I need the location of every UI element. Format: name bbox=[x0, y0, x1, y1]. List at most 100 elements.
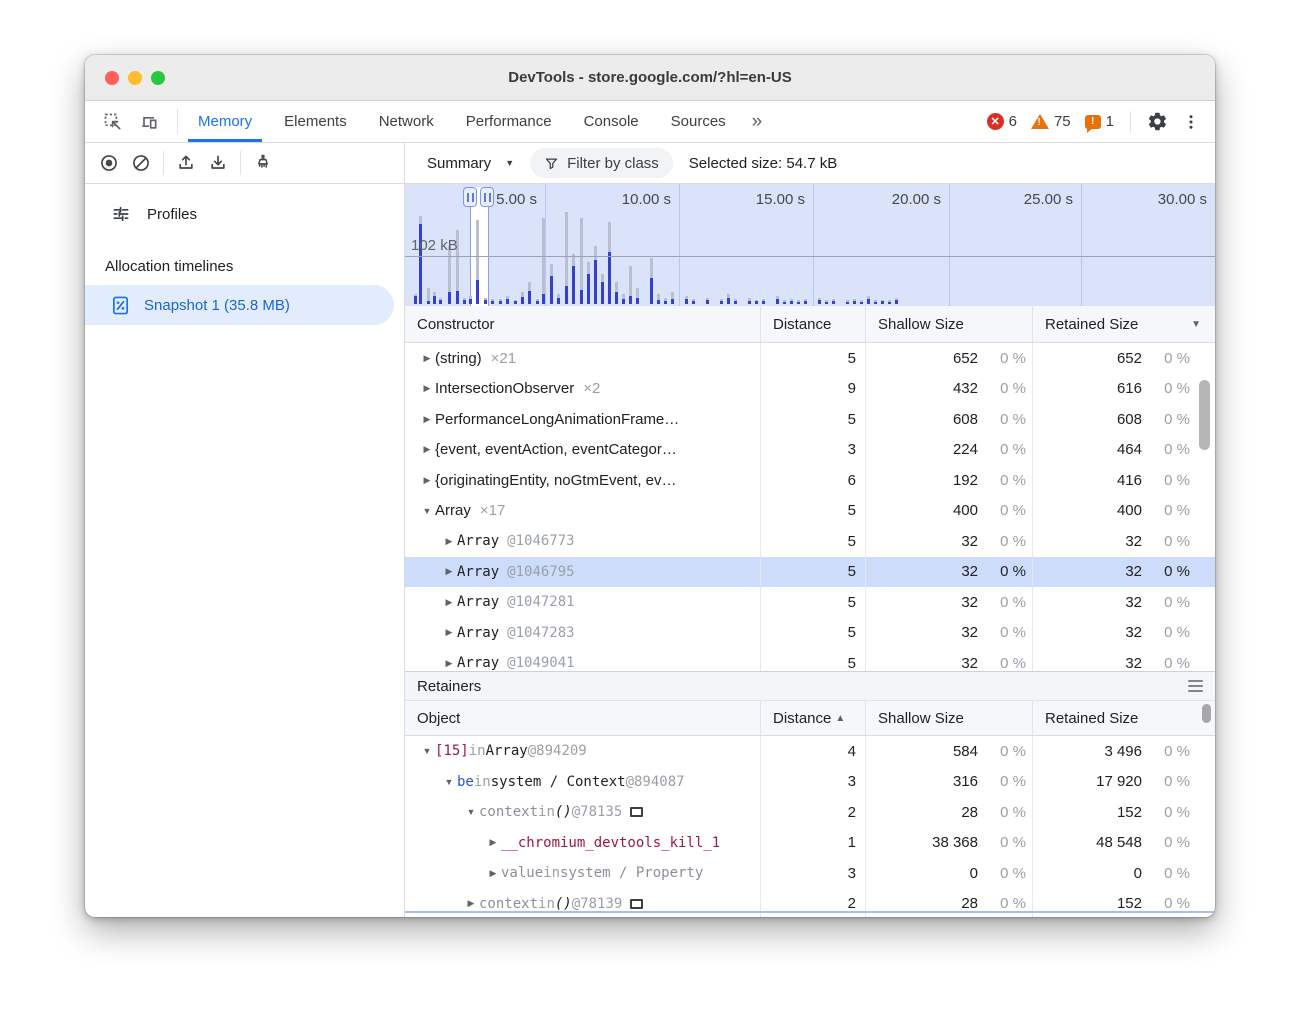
allocation-bar bbox=[469, 296, 472, 304]
tab-console[interactable]: Console bbox=[568, 101, 655, 142]
upload-icon[interactable] bbox=[172, 149, 200, 177]
column-header-constructor[interactable]: Constructor bbox=[405, 306, 760, 342]
column-header-distance[interactable]: Distance bbox=[760, 306, 865, 342]
selection-right-handle[interactable] bbox=[480, 187, 494, 207]
column-header-shallow-size[interactable]: Shallow Size bbox=[865, 701, 1032, 735]
constructor-name-cell: ▶(string)×21 bbox=[405, 343, 760, 374]
horizontal-scrollbar[interactable] bbox=[405, 911, 1215, 913]
constructor-row[interactable]: ▶Array@10490415320 %320 % bbox=[405, 648, 1215, 671]
sidebar-item-snapshot-1[interactable]: Snapshot 1 (35.8 MB) bbox=[85, 285, 394, 325]
allocation-bar bbox=[874, 300, 877, 304]
allocation-bar bbox=[433, 292, 436, 304]
expand-arrow-icon[interactable]: ▶ bbox=[441, 658, 457, 669]
collapse-arrow-icon[interactable]: ▼ bbox=[419, 746, 435, 756]
expand-arrow-icon[interactable]: ▶ bbox=[419, 475, 435, 486]
selection-left-handle[interactable] bbox=[463, 187, 477, 207]
allocation-bar bbox=[846, 300, 849, 304]
tab-elements[interactable]: Elements bbox=[268, 101, 363, 142]
retainer-object-cell: ▶value in system / Property bbox=[405, 858, 760, 889]
constructor-row[interactable]: ▶PerformanceLongAnimationFrame…56080 %60… bbox=[405, 404, 1215, 435]
expand-arrow-icon[interactable]: ▶ bbox=[441, 536, 457, 547]
retained-size-cell: 320 % bbox=[1032, 557, 1215, 588]
shallow-size-cell: 6080 % bbox=[865, 404, 1032, 435]
retainer-row[interactable]: ▼[15] in Array @89420945840 %3 4960 % bbox=[405, 736, 1215, 767]
expand-arrow-icon[interactable]: ▶ bbox=[485, 868, 501, 879]
brush-icon[interactable] bbox=[249, 149, 277, 177]
allocation-timeline-chart[interactable]: 5.00 s10.00 s15.00 s20.00 s25.00 s30.00 … bbox=[405, 184, 1215, 306]
timeline-time-label: 30.00 s bbox=[1127, 191, 1207, 208]
clear-icon[interactable] bbox=[127, 149, 155, 177]
expand-arrow-icon[interactable]: ▶ bbox=[485, 837, 501, 848]
column-header-retained-size[interactable]: Retained Size ▼ bbox=[1032, 306, 1215, 342]
collapse-arrow-icon[interactable]: ▼ bbox=[419, 506, 435, 516]
allocation-bar bbox=[671, 292, 674, 304]
constructor-row[interactable]: ▶IntersectionObserver×294320 %6160 % bbox=[405, 374, 1215, 405]
issues-badge[interactable]: ! 1 bbox=[1081, 113, 1118, 130]
constructor-row[interactable]: ▶{event, eventAction, eventCategor…32240… bbox=[405, 435, 1215, 466]
kebab-menu-icon[interactable] bbox=[1177, 108, 1205, 136]
device-toolbar-icon[interactable] bbox=[135, 108, 163, 136]
allocation-bar bbox=[692, 299, 695, 304]
expand-arrow-icon[interactable]: ▶ bbox=[419, 353, 435, 364]
constructor-row[interactable]: ▼Array×1754000 %4000 % bbox=[405, 496, 1215, 527]
retained-size-cell: 48 5480 % bbox=[1032, 828, 1215, 859]
profiles-header[interactable]: Profiles bbox=[85, 196, 404, 232]
constructor-row[interactable]: ▶(string)×2156520 %6520 % bbox=[405, 343, 1215, 374]
tab-performance[interactable]: Performance bbox=[450, 101, 568, 142]
retained-size-cell: 4160 % bbox=[1032, 465, 1215, 496]
frame-link-icon[interactable] bbox=[630, 899, 643, 909]
class-filter-input[interactable]: Filter by class bbox=[530, 148, 673, 178]
tab-sources[interactable]: Sources bbox=[655, 101, 742, 142]
retainers-scrollbar-thumb[interactable] bbox=[1202, 704, 1211, 723]
distance-cell: 5 bbox=[760, 526, 865, 557]
allocation-bar bbox=[622, 294, 625, 304]
warning-badge[interactable]: ! 75 bbox=[1027, 113, 1075, 130]
expand-arrow-icon[interactable]: ▶ bbox=[419, 414, 435, 425]
retainer-row[interactable]: ▶value in system / Property300 %00 % bbox=[405, 858, 1215, 889]
expand-arrow-icon[interactable]: ▶ bbox=[419, 444, 435, 455]
column-header-distance[interactable]: Distance ▲ bbox=[760, 701, 865, 735]
error-badge[interactable]: ✕ 6 bbox=[983, 113, 1021, 130]
record-icon[interactable] bbox=[95, 149, 123, 177]
retainer-row[interactable]: ▼be in system / Context @89408733160 %17… bbox=[405, 767, 1215, 798]
constructor-row[interactable]: ▶Array@10472815320 %320 % bbox=[405, 587, 1215, 618]
allocation-bar bbox=[790, 299, 793, 304]
allocation-timelines-label: Allocation timelines bbox=[85, 232, 404, 285]
view-mode-select[interactable]: Summary ▼ bbox=[421, 151, 520, 176]
expand-arrow-icon[interactable]: ▶ bbox=[441, 597, 457, 608]
allocation-bar bbox=[608, 222, 611, 304]
error-count: 6 bbox=[1009, 113, 1017, 130]
distance-cell: 5 bbox=[760, 587, 865, 618]
retained-size-cell: 4000 % bbox=[1032, 496, 1215, 527]
allocation-bar bbox=[755, 300, 758, 304]
retained-size-cell: 320 % bbox=[1032, 526, 1215, 557]
constructor-row[interactable]: ▶Array@10467955320 %320 % bbox=[405, 557, 1215, 588]
expand-arrow-icon[interactable]: ▶ bbox=[463, 898, 479, 909]
collapse-arrow-icon[interactable]: ▼ bbox=[441, 777, 457, 787]
retainer-row[interactable]: ▼context in () @781352280 %1520 % bbox=[405, 797, 1215, 828]
collapse-arrow-icon[interactable]: ▼ bbox=[463, 807, 479, 817]
expand-arrow-icon[interactable]: ▶ bbox=[441, 566, 457, 577]
download-icon[interactable] bbox=[204, 149, 232, 177]
expand-arrow-icon[interactable]: ▶ bbox=[419, 383, 435, 394]
column-header-shallow-size[interactable]: Shallow Size bbox=[865, 306, 1032, 342]
column-header-object[interactable]: Object bbox=[405, 701, 760, 735]
settings-gear-icon[interactable] bbox=[1143, 108, 1171, 136]
constructor-row[interactable]: ▶Array@10467735320 %320 % bbox=[405, 526, 1215, 557]
retainer-row[interactable]: ▶__chromium_devtools_kill_1138 3680 %48 … bbox=[405, 828, 1215, 859]
column-header-retained-size[interactable]: Retained Size bbox=[1032, 701, 1215, 735]
hamburger-menu-icon[interactable] bbox=[1188, 680, 1203, 692]
expand-arrow-icon[interactable]: ▶ bbox=[441, 627, 457, 638]
distance-cell: 5 bbox=[760, 404, 865, 435]
tab-network[interactable]: Network bbox=[363, 101, 450, 142]
inspect-icon[interactable] bbox=[99, 108, 127, 136]
tab-memory[interactable]: Memory bbox=[182, 101, 268, 142]
constructor-scrollbar-thumb[interactable] bbox=[1199, 380, 1210, 450]
view-mode-value: Summary bbox=[427, 155, 491, 172]
constructor-row[interactable]: ▶{originatingEntity, noGtmEvent, ev…6192… bbox=[405, 465, 1215, 496]
constructor-row[interactable]: ▶Array@10472835320 %320 % bbox=[405, 618, 1215, 649]
frame-link-icon[interactable] bbox=[630, 807, 643, 817]
more-tabs-icon[interactable]: » bbox=[742, 101, 771, 142]
distance-cell: 5 bbox=[760, 648, 865, 671]
devtools-window: DevTools - store.google.com/?hl=en-US Me… bbox=[85, 55, 1215, 917]
